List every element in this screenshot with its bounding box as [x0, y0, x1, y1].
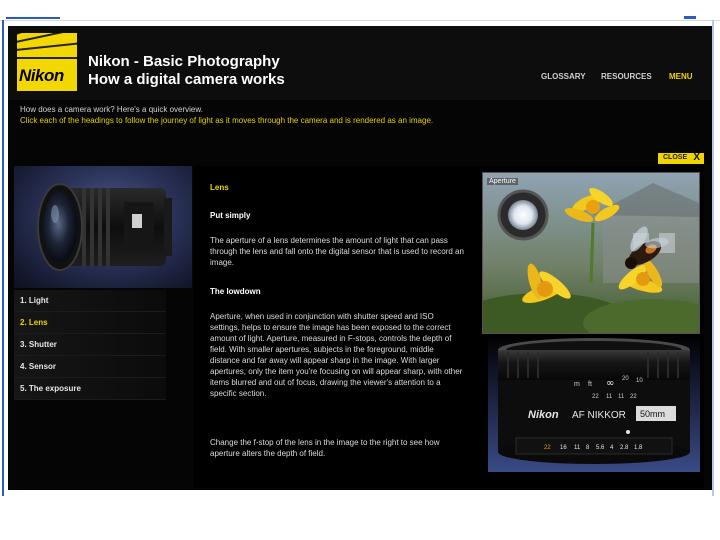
- lens-brand: Nikon: [528, 409, 559, 421]
- put-simply-heading: Put simply: [210, 211, 251, 220]
- index-dot: [626, 430, 630, 434]
- section-heading: Lens: [210, 183, 229, 192]
- step-shutter[interactable]: 3. Shutter: [14, 334, 166, 356]
- fstop-1-8[interactable]: 1.8: [634, 445, 643, 451]
- lens-thumbnail-panel: [14, 166, 192, 288]
- lens-af-nikkor: AF NIKKOR: [572, 410, 626, 421]
- aperture-label: Aperture: [487, 178, 518, 185]
- browser-right-indicator: [684, 16, 696, 19]
- page-border-left: [2, 20, 4, 496]
- fstop-16[interactable]: 16: [560, 445, 567, 451]
- page-border-right: [712, 20, 714, 496]
- step-light[interactable]: 1. Light: [14, 290, 166, 312]
- close-label: CLOSE: [663, 154, 688, 161]
- distance-m: m: [574, 381, 580, 388]
- logo-ray: [17, 57, 77, 59]
- page-subtitle: How a digital camera works: [88, 71, 285, 88]
- browser-top-strip: [0, 0, 720, 21]
- step-exposure[interactable]: 5. The exposure: [14, 378, 166, 400]
- zoom-lens-image: [37, 183, 172, 271]
- logo-wordmark: Nikon: [19, 66, 64, 85]
- nav-menu-link[interactable]: MENU: [669, 72, 693, 81]
- dof-scale-2: 11: [606, 394, 613, 400]
- nav-resources-link[interactable]: RESOURCES: [601, 72, 652, 81]
- header: Nikon Nikon - Basic Photography How a di…: [8, 26, 712, 100]
- lowdown-text: Aperture, when used in conjunction with …: [210, 312, 463, 398]
- close-button[interactable]: CLOSE X: [658, 152, 704, 164]
- browser-tab-indicator: [6, 17, 60, 19]
- nav-glossary-link[interactable]: GLOSSARY: [541, 72, 586, 81]
- page-title: Nikon - Basic Photography: [88, 53, 280, 70]
- close-icon: X: [693, 152, 700, 163]
- nikkor-50mm-lens[interactable]: m ft ∞ 20 10 22 11 11 22 Nikon AF NIKKOR…: [488, 334, 700, 472]
- distance-ft: ft: [588, 381, 592, 388]
- depth-of-field-photo: Aperture: [482, 172, 700, 334]
- fstop-22[interactable]: 22: [544, 445, 551, 451]
- distance-20: 20: [622, 376, 629, 382]
- aperture-icon[interactable]: [497, 189, 549, 241]
- dof-scale-1: 22: [592, 394, 599, 400]
- step-lens[interactable]: 2. Lens: [14, 312, 166, 334]
- intro-question: How does a camera work? Here's a quick o…: [20, 105, 203, 114]
- fstop-5-6[interactable]: 5.6: [596, 445, 605, 451]
- distance-infinity: ∞: [606, 378, 614, 389]
- fstop-2-8[interactable]: 2.8: [620, 445, 629, 451]
- nikon-logo[interactable]: Nikon: [17, 33, 77, 91]
- dof-scale-3: 11: [618, 394, 625, 400]
- intro-text: How does a camera work? Here's a quick o…: [20, 104, 433, 126]
- distance-10: 10: [636, 378, 643, 384]
- flower-bee-image: [483, 173, 699, 333]
- nikon-app: Nikon Nikon - Basic Photography How a di…: [8, 26, 712, 490]
- intro-instruction: Click each of the headings to follow the…: [20, 116, 434, 125]
- fstop-11[interactable]: 11: [574, 445, 581, 451]
- put-simply-text: The aperture of a lens determines the am…: [210, 236, 464, 267]
- steps-menu: 1. Light 2. Lens 3. Shutter 4. Sensor 5.…: [14, 290, 166, 400]
- lowdown-heading: The lowdown: [210, 287, 261, 296]
- change-fstop-text: Change the f-stop of the lens in the ima…: [210, 438, 440, 458]
- dof-scale-4: 22: [630, 394, 637, 400]
- step-sensor[interactable]: 4. Sensor: [14, 356, 166, 378]
- lens-focal-length: 50mm: [640, 409, 665, 419]
- content-panel: Lens Put simply The aperture of a lens d…: [194, 166, 704, 488]
